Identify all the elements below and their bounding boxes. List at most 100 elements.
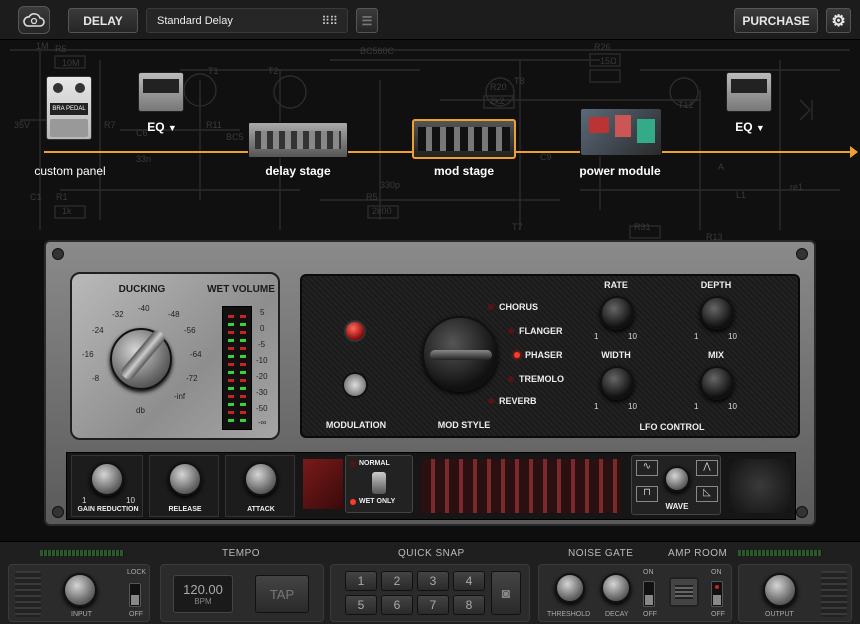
snap-button-6[interactable]: 6 — [381, 595, 413, 615]
knob-pointer — [430, 350, 492, 360]
depth-max: 10 — [728, 332, 737, 341]
schematic-label: R7 — [104, 120, 116, 130]
custom-panel-pedal[interactable]: BRA PEDAL — [46, 76, 92, 140]
threshold-label: THRESHOLD — [547, 611, 591, 618]
mod-stage-module[interactable] — [412, 119, 516, 159]
width-label: WIDTH — [601, 350, 631, 360]
eq-slot-right[interactable] — [726, 72, 772, 112]
eq-dropdown-left[interactable]: EQ ▼ — [142, 120, 182, 134]
gain-reduction-knob[interactable] — [90, 462, 124, 496]
sine-wave-icon[interactable]: ∿ — [636, 460, 658, 476]
snap-number: 8 — [465, 598, 473, 612]
mod-style-option[interactable]: CHORUS — [488, 302, 538, 312]
release-knob[interactable] — [168, 462, 202, 496]
eq-slot-left[interactable] — [138, 72, 184, 112]
threshold-knob[interactable] — [555, 573, 585, 603]
gate-toggle[interactable] — [643, 581, 655, 607]
snap-button-1[interactable]: 1 — [345, 571, 377, 591]
snap-number: 4 — [465, 574, 473, 588]
snap-button-7[interactable]: 7 — [417, 595, 449, 615]
effect-type-button[interactable]: DELAY — [68, 8, 138, 33]
cloud-button[interactable] — [18, 6, 50, 34]
depth-knob[interactable] — [700, 296, 734, 330]
release-label: RELEASE — [168, 506, 202, 513]
delay-stage-module[interactable] — [248, 122, 348, 158]
wave-knob[interactable] — [664, 466, 690, 492]
schematic-label: 33n — [136, 154, 151, 164]
input-knob[interactable] — [63, 573, 97, 607]
rate-min: 1 — [594, 332, 599, 341]
eq-display — [731, 79, 767, 93]
delay-stage-label[interactable]: delay stage — [248, 164, 348, 178]
custom-panel-label[interactable]: custom panel — [22, 164, 118, 178]
preset-menu-button[interactable]: ☰ — [356, 8, 378, 33]
snap-button-2[interactable]: 2 — [381, 571, 413, 591]
attack-label: ATTACK — [247, 506, 275, 513]
snap-button-3[interactable]: 3 — [417, 571, 449, 591]
normal-option[interactable]: NORMAL — [350, 460, 390, 467]
pedal-knob — [53, 83, 63, 93]
amp-room-icon[interactable] — [669, 577, 699, 607]
output-grip-icon — [821, 571, 847, 617]
toggle-switch[interactable] — [372, 472, 386, 494]
mod-style-option-selected[interactable]: PHASER — [514, 350, 563, 360]
modulation-label: MODULATION — [325, 420, 387, 430]
mix-max: 10 — [728, 402, 737, 411]
toggle-thumb — [645, 595, 653, 605]
mod-stage-label[interactable]: mod stage — [412, 164, 516, 178]
mix-knob[interactable] — [700, 366, 734, 400]
wet-volume-title: WET VOLUME — [207, 284, 275, 295]
attack-knob[interactable] — [244, 462, 278, 496]
arrow-right-icon — [850, 146, 858, 158]
decay-knob[interactable] — [601, 573, 631, 603]
ducking-tick: -8 — [92, 374, 100, 383]
snap-button-8[interactable]: 8 — [453, 595, 485, 615]
eq-dropdown-right[interactable]: EQ ▼ — [730, 120, 770, 134]
mod-style-option[interactable]: TREMOLO — [508, 374, 564, 384]
lock-toggle[interactable] — [129, 583, 141, 607]
settings-button[interactable]: ⚙ — [826, 8, 851, 33]
sawtooth-wave-icon[interactable]: ◺ — [696, 486, 718, 502]
toggle-thumb — [713, 595, 721, 605]
tap-button[interactable]: TAP — [255, 575, 309, 613]
amp-room-toggle[interactable] — [711, 581, 723, 607]
triangle-wave-icon[interactable]: ⋀ — [696, 460, 718, 476]
depth-knob-group: DEPTH 1 10 — [688, 280, 744, 344]
signal-chain: 1M R5 10M T1 T2 BC560C R26 15Ω R20 T8 T1… — [0, 40, 860, 240]
schematic-label: 1M — [36, 41, 49, 51]
normal-label: NORMAL — [359, 460, 390, 467]
wet-only-option[interactable]: WET ONLY — [350, 498, 395, 505]
style-label: REVERB — [499, 396, 537, 406]
output-knob[interactable] — [763, 573, 797, 607]
purchase-button[interactable]: PURCHASE — [734, 8, 818, 33]
square-wave-icon[interactable]: ⊓ — [636, 486, 658, 502]
preset-selector[interactable]: Standard Delay ⠿⠿ — [146, 8, 348, 33]
meter-tick: -5 — [258, 340, 266, 349]
meter-tick: -10 — [256, 356, 268, 365]
ducking-knob[interactable] — [110, 328, 172, 390]
snap-button-4[interactable]: 4 — [453, 571, 485, 591]
style-led — [508, 328, 514, 334]
mod-style-option[interactable]: REVERB — [488, 396, 537, 406]
width-knob[interactable] — [600, 366, 634, 400]
modulation-led — [344, 320, 366, 342]
output-section: OUTPUT — [738, 564, 852, 622]
amp-off-label: OFF — [711, 611, 725, 618]
grid-icon[interactable]: ⠿⠿ — [321, 14, 338, 28]
power-module-label[interactable]: power module — [568, 164, 672, 178]
mod-style-knob[interactable] — [422, 316, 498, 392]
power-module[interactable] — [580, 108, 662, 156]
quick-snap-title: QUICK SNAP — [398, 548, 465, 559]
snap-number: 5 — [357, 598, 365, 612]
tempo-display[interactable]: 120.00 BPM — [173, 575, 233, 613]
snap-button-5[interactable]: 5 — [345, 595, 377, 615]
screw-icon — [796, 248, 808, 260]
output-mode-switch[interactable]: NORMAL WET ONLY — [345, 455, 413, 513]
meter-tick: -20 — [256, 372, 268, 381]
snapshot-camera-button[interactable]: ◙ — [491, 571, 521, 615]
mod-style-option[interactable]: FLANGER — [508, 326, 563, 336]
rate-knob[interactable] — [600, 296, 634, 330]
modulation-toggle[interactable] — [342, 372, 368, 398]
schematic-label: R20 — [490, 82, 507, 92]
module-knobs — [418, 127, 510, 151]
